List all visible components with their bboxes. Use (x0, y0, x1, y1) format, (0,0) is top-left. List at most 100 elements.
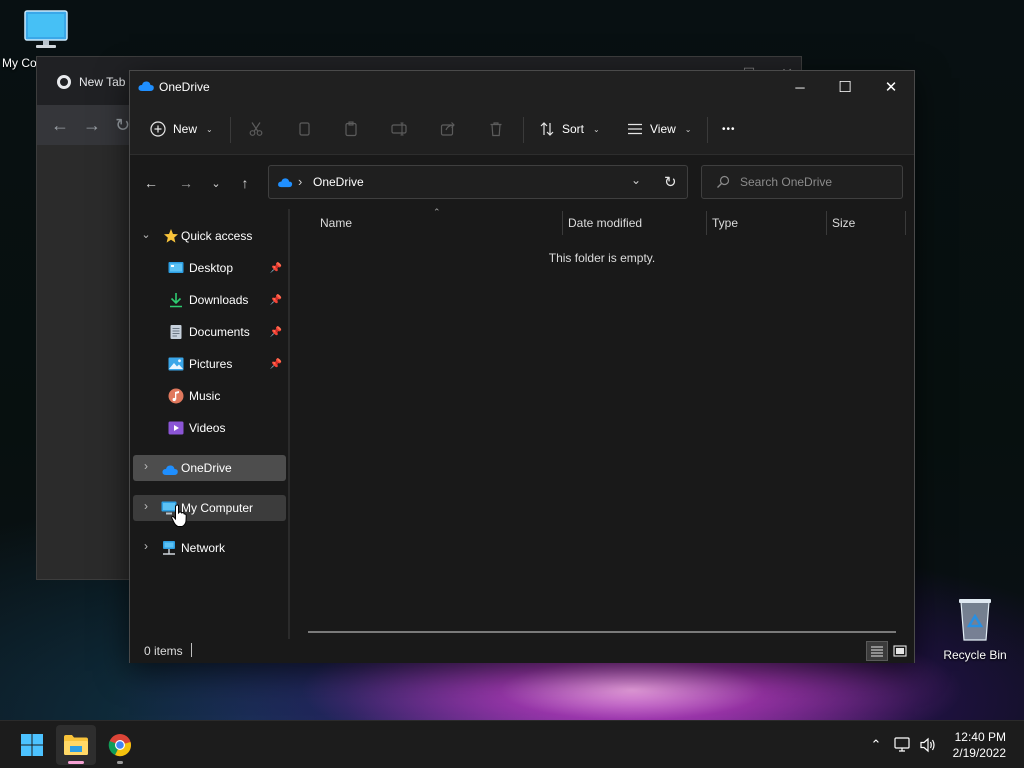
music-icon (168, 388, 184, 404)
documents-icon (170, 325, 182, 339)
sidebar-item-label: My Computer (181, 501, 254, 515)
desktop-folder-icon (168, 262, 184, 273)
navigation-pane: ⌄ Quick access Desktop 📌 Downloads 📌 Doc… (130, 209, 288, 639)
title-bar[interactable]: OneDrive ─ ☐ ✕ (130, 71, 914, 103)
sidebar-item-network[interactable]: › Network (133, 535, 286, 561)
taskbar-chrome-button[interactable] (100, 725, 140, 765)
rename-button[interactable] (391, 103, 409, 155)
up-arrow-icon: ↑ (241, 175, 249, 191)
videos-icon (168, 421, 184, 435)
monitor-icon (24, 10, 68, 48)
copy-button[interactable] (296, 103, 312, 155)
details-view-button[interactable] (866, 641, 888, 661)
column-divider[interactable] (905, 211, 906, 235)
column-divider[interactable] (826, 211, 827, 235)
minimize-button[interactable]: ─ (777, 71, 823, 103)
pictures-icon (168, 357, 184, 371)
chevron-right-icon[interactable]: › (141, 539, 151, 553)
breadcrumb-separator: › (298, 174, 303, 189)
refresh-icon[interactable]: ↻ (664, 173, 677, 191)
clipboard-icon (345, 121, 357, 137)
recent-locations-button[interactable]: ⌄ (205, 172, 227, 194)
chevron-down-icon: ⌄ (593, 124, 600, 134)
chrome-forward-icon[interactable]: → (83, 115, 101, 136)
clock-date: 2/19/2022 (952, 746, 1006, 760)
column-divider[interactable] (706, 211, 707, 235)
command-separator (523, 117, 524, 143)
sidebar-item-my-computer[interactable]: › My Computer (133, 495, 286, 521)
new-button[interactable]: New ⌄ (150, 103, 213, 155)
sidebar-item-music[interactable]: Music (133, 383, 286, 409)
maximize-icon: ☐ (838, 79, 852, 96)
close-button[interactable]: ✕ (868, 71, 914, 103)
search-input[interactable]: Search OneDrive (701, 165, 903, 199)
trash-icon (490, 122, 502, 137)
network-icon (163, 541, 175, 555)
share-icon (440, 122, 455, 136)
sort-arrows-icon (540, 122, 554, 136)
sidebar-item-label: OneDrive (181, 461, 232, 475)
chevron-up-icon: ⌃ (870, 737, 882, 752)
command-separator (230, 117, 231, 143)
column-label: Date modified (568, 216, 643, 230)
address-bar[interactable]: › OneDrive ⌄ ↻ (268, 165, 688, 199)
column-header-size[interactable]: Size (832, 209, 855, 237)
back-button[interactable]: ← (140, 172, 162, 194)
desktop-icon-recycle-bin[interactable]: Recycle Bin (940, 596, 1010, 662)
more-options-button[interactable]: ••• (722, 103, 736, 155)
maximize-button[interactable]: ☐ (822, 71, 868, 103)
file-explorer-window[interactable]: OneDrive ─ ☐ ✕ New ⌄ Sort ⌄ View ⌄ ••• ←… (129, 70, 915, 663)
horizontal-scrollbar[interactable] (308, 631, 896, 633)
sidebar-item-label: Pictures (189, 357, 233, 371)
address-dropdown-icon[interactable]: ⌄ (631, 173, 641, 187)
sidebar-item-onedrive[interactable]: › OneDrive (133, 455, 286, 481)
share-button[interactable] (440, 103, 456, 155)
active-app-indicator (68, 761, 84, 764)
column-header-type[interactable]: Type (712, 209, 738, 237)
show-hidden-icons-button[interactable]: ⌃ (866, 735, 886, 755)
status-divider (191, 643, 192, 657)
delete-button[interactable] (488, 103, 504, 155)
downloads-icon (170, 293, 182, 308)
sidebar-item-downloads[interactable]: Downloads 📌 (133, 287, 286, 313)
column-header-name[interactable]: Name (320, 209, 352, 237)
network-tray-button[interactable] (893, 735, 913, 755)
sidebar-item-documents[interactable]: Documents 📌 (133, 319, 286, 345)
start-button[interactable] (12, 725, 52, 765)
chevron-down-icon: ⌄ (684, 124, 692, 134)
cut-button[interactable] (248, 103, 264, 155)
chrome-back-icon[interactable]: ← (51, 115, 69, 136)
forward-button[interactable]: → (175, 172, 197, 194)
column-divider[interactable] (562, 211, 563, 235)
chevron-right-icon[interactable]: › (141, 499, 151, 513)
item-count: 0 items (144, 644, 183, 658)
sidebar-item-pictures[interactable]: Pictures 📌 (133, 351, 286, 377)
hand-cursor-icon (171, 504, 187, 527)
sidebar-item-desktop[interactable]: Desktop 📌 (133, 255, 286, 281)
clock[interactable]: 12:40 PM 2/19/2022 (953, 729, 1006, 761)
view-button[interactable]: View ⌄ (627, 103, 692, 155)
paste-button[interactable] (343, 103, 359, 155)
chrome-icon (108, 734, 131, 757)
empty-folder-message: This folder is empty. (548, 251, 656, 265)
up-button[interactable]: ↑ (234, 172, 256, 194)
desktop-icon-label: Recycle Bin (943, 648, 1007, 662)
file-list[interactable]: ⌃ Name Date modified Type Size This fold… (290, 207, 914, 639)
chrome-reload-icon[interactable]: ↻ (115, 115, 130, 136)
chevron-down-icon[interactable]: ⌄ (141, 228, 151, 241)
taskbar-file-explorer-button[interactable] (56, 725, 96, 765)
speaker-icon (920, 737, 935, 753)
pin-icon: 📌 (269, 358, 282, 370)
forward-arrow-icon: → (179, 175, 193, 191)
sort-button[interactable]: Sort ⌄ (539, 103, 600, 155)
chevron-right-icon[interactable]: › (141, 459, 151, 473)
recycle-bin-icon (959, 599, 991, 641)
volume-tray-button[interactable] (918, 735, 938, 755)
new-label: New (173, 122, 198, 136)
column-header-date-modified[interactable]: Date modified (568, 209, 642, 237)
large-icons-view-button[interactable] (889, 641, 911, 661)
sidebar-item-videos[interactable]: Videos (133, 415, 286, 441)
breadcrumb-onedrive[interactable]: OneDrive (313, 175, 364, 189)
sidebar-item-quick-access[interactable]: ⌄ Quick access (133, 223, 286, 249)
star-icon (164, 229, 178, 243)
